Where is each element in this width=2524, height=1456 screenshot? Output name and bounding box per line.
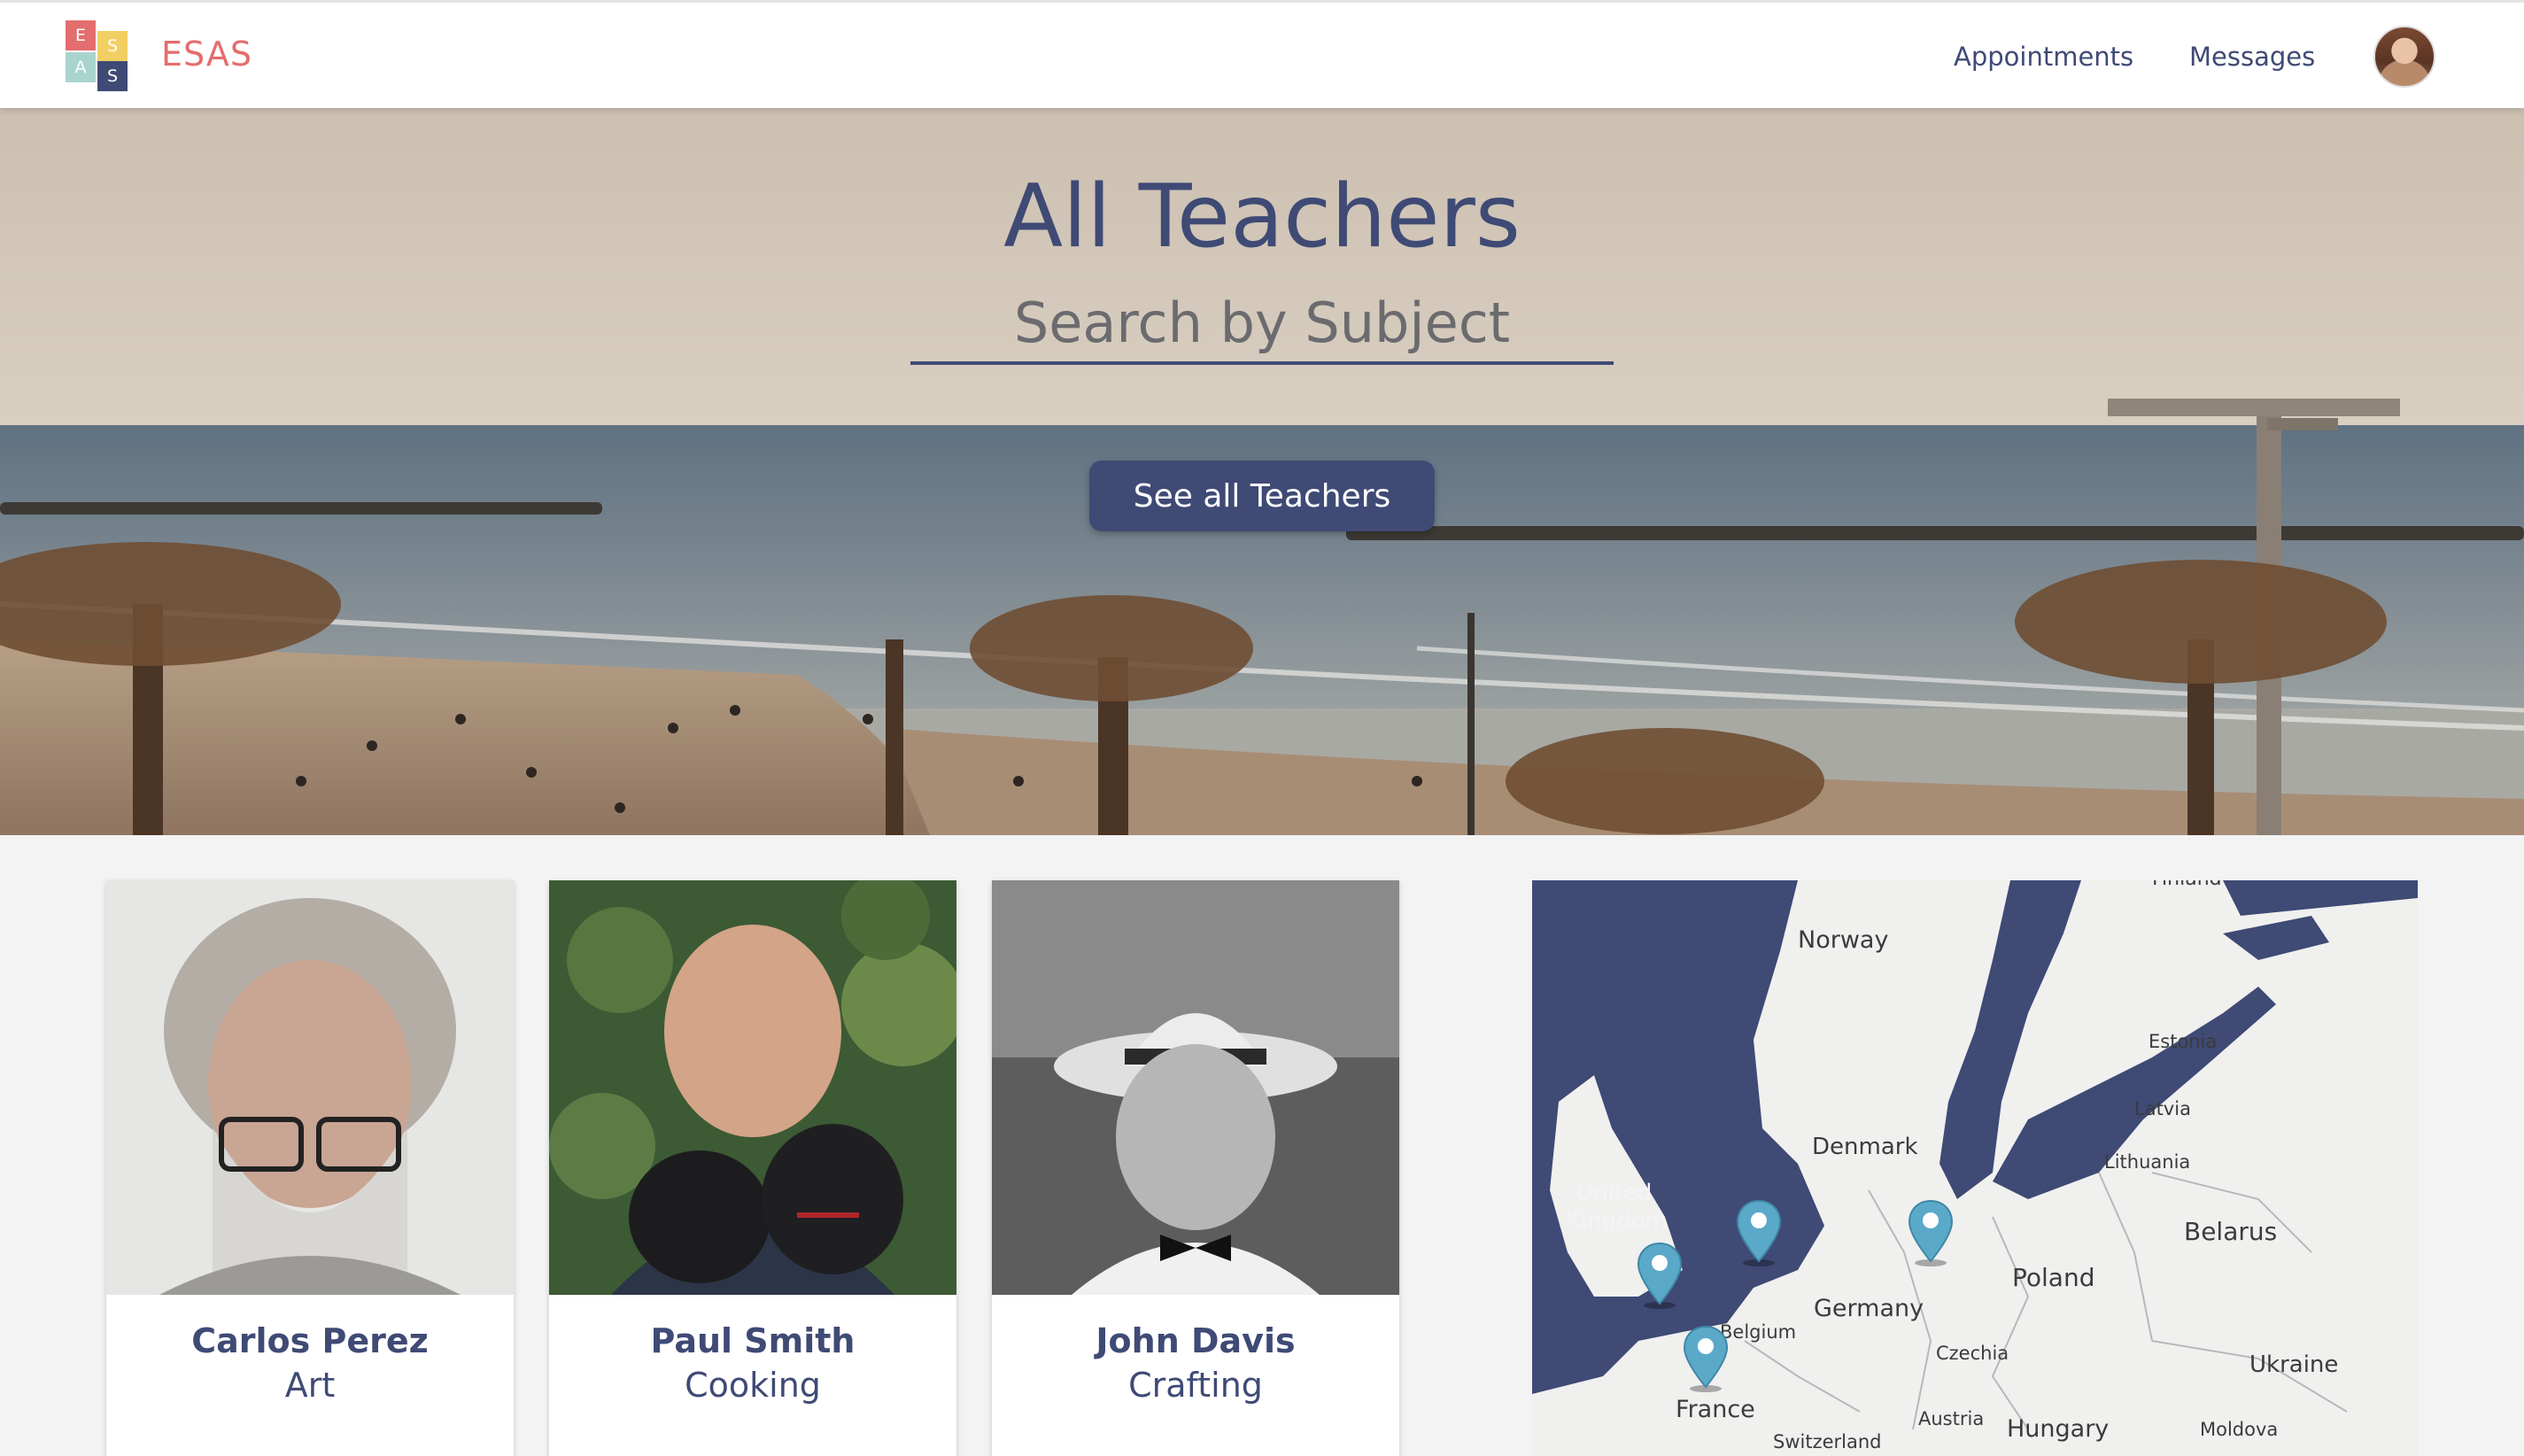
teacher-subject: Art (284, 1366, 336, 1405)
logo-tile-a: A (66, 52, 96, 82)
map-label-switzerland: Switzerland (1773, 1431, 1882, 1452)
map-label-united-kingdom-1: United (1576, 1180, 1653, 1206)
nav-appointments-link[interactable]: Appointments (1954, 42, 2133, 72)
logo-tile-e: E (66, 20, 96, 50)
map-pin-icon[interactable] (1683, 1325, 1729, 1392)
teacher-subject: Cooking (685, 1366, 821, 1405)
see-all-teachers-button[interactable]: See all Teachers (1089, 461, 1435, 531)
nav-messages-link[interactable]: Messages (2189, 42, 2315, 72)
logo-tile-s2: S (97, 61, 128, 91)
map-pin-icon[interactable] (1908, 1199, 1954, 1266)
map-pin-icon[interactable] (1637, 1242, 1683, 1309)
teacher-card[interactable]: Paul Smith Cooking (549, 880, 956, 1456)
map-label-united-kingdom-2: Kingdom (1566, 1208, 1668, 1235)
map-label-belarus: Belarus (2184, 1217, 2278, 1246)
map-label-lithuania: Lithuania (2104, 1151, 2191, 1173)
teacher-name: Carlos Perez (191, 1321, 429, 1360)
user-avatar[interactable] (2373, 26, 2435, 88)
teachers-map[interactable]: Finland Norway Estonia Latvia Lithuania … (1532, 880, 2418, 1456)
teacher-photo (549, 880, 956, 1295)
teacher-subject: Crafting (1128, 1366, 1263, 1405)
subject-search-input[interactable] (910, 283, 1614, 365)
map-label-germany: Germany (1814, 1295, 1924, 1322)
map-label-austria: Austria (1918, 1408, 1985, 1429)
map-label-latvia: Latvia (2134, 1098, 2191, 1119)
map-label-france: France (1676, 1396, 1755, 1423)
map-label-hungary: Hungary (2007, 1415, 2110, 1443)
map-label-finland: Finland (2152, 880, 2222, 890)
esas-logo[interactable]: E S A S (66, 20, 129, 91)
map-pin-icon[interactable] (1736, 1199, 1782, 1266)
map-label-norway: Norway (1798, 926, 1889, 954)
map-label-estonia: Estonia (2148, 1031, 2218, 1052)
page-title: All Teachers (1003, 167, 1521, 267)
map-label-ukraine: Ukraine (2249, 1351, 2339, 1378)
hero-banner: All Teachers See all Teachers (0, 108, 2524, 835)
map-label-belgium: Belgium (1720, 1321, 1797, 1343)
teacher-name: John Davis (1096, 1321, 1296, 1360)
map-label-poland: Poland (2012, 1263, 2095, 1292)
teacher-photo (106, 880, 514, 1295)
teacher-card[interactable]: Carlos Perez Art (106, 880, 514, 1456)
brand-name[interactable]: ESAS (161, 35, 252, 74)
logo-tile-s: S (97, 31, 128, 61)
teacher-name: Paul Smith (650, 1321, 856, 1360)
teacher-photo (992, 880, 1399, 1295)
map-label-denmark: Denmark (1812, 1134, 1918, 1160)
map-label-czechia: Czechia (1936, 1343, 2009, 1364)
teacher-card[interactable]: John Davis Crafting (992, 880, 1399, 1456)
map-label-moldova: Moldova (2200, 1419, 2279, 1440)
top-navigation-bar: E S A S ESAS Appointments Messages (0, 0, 2524, 108)
